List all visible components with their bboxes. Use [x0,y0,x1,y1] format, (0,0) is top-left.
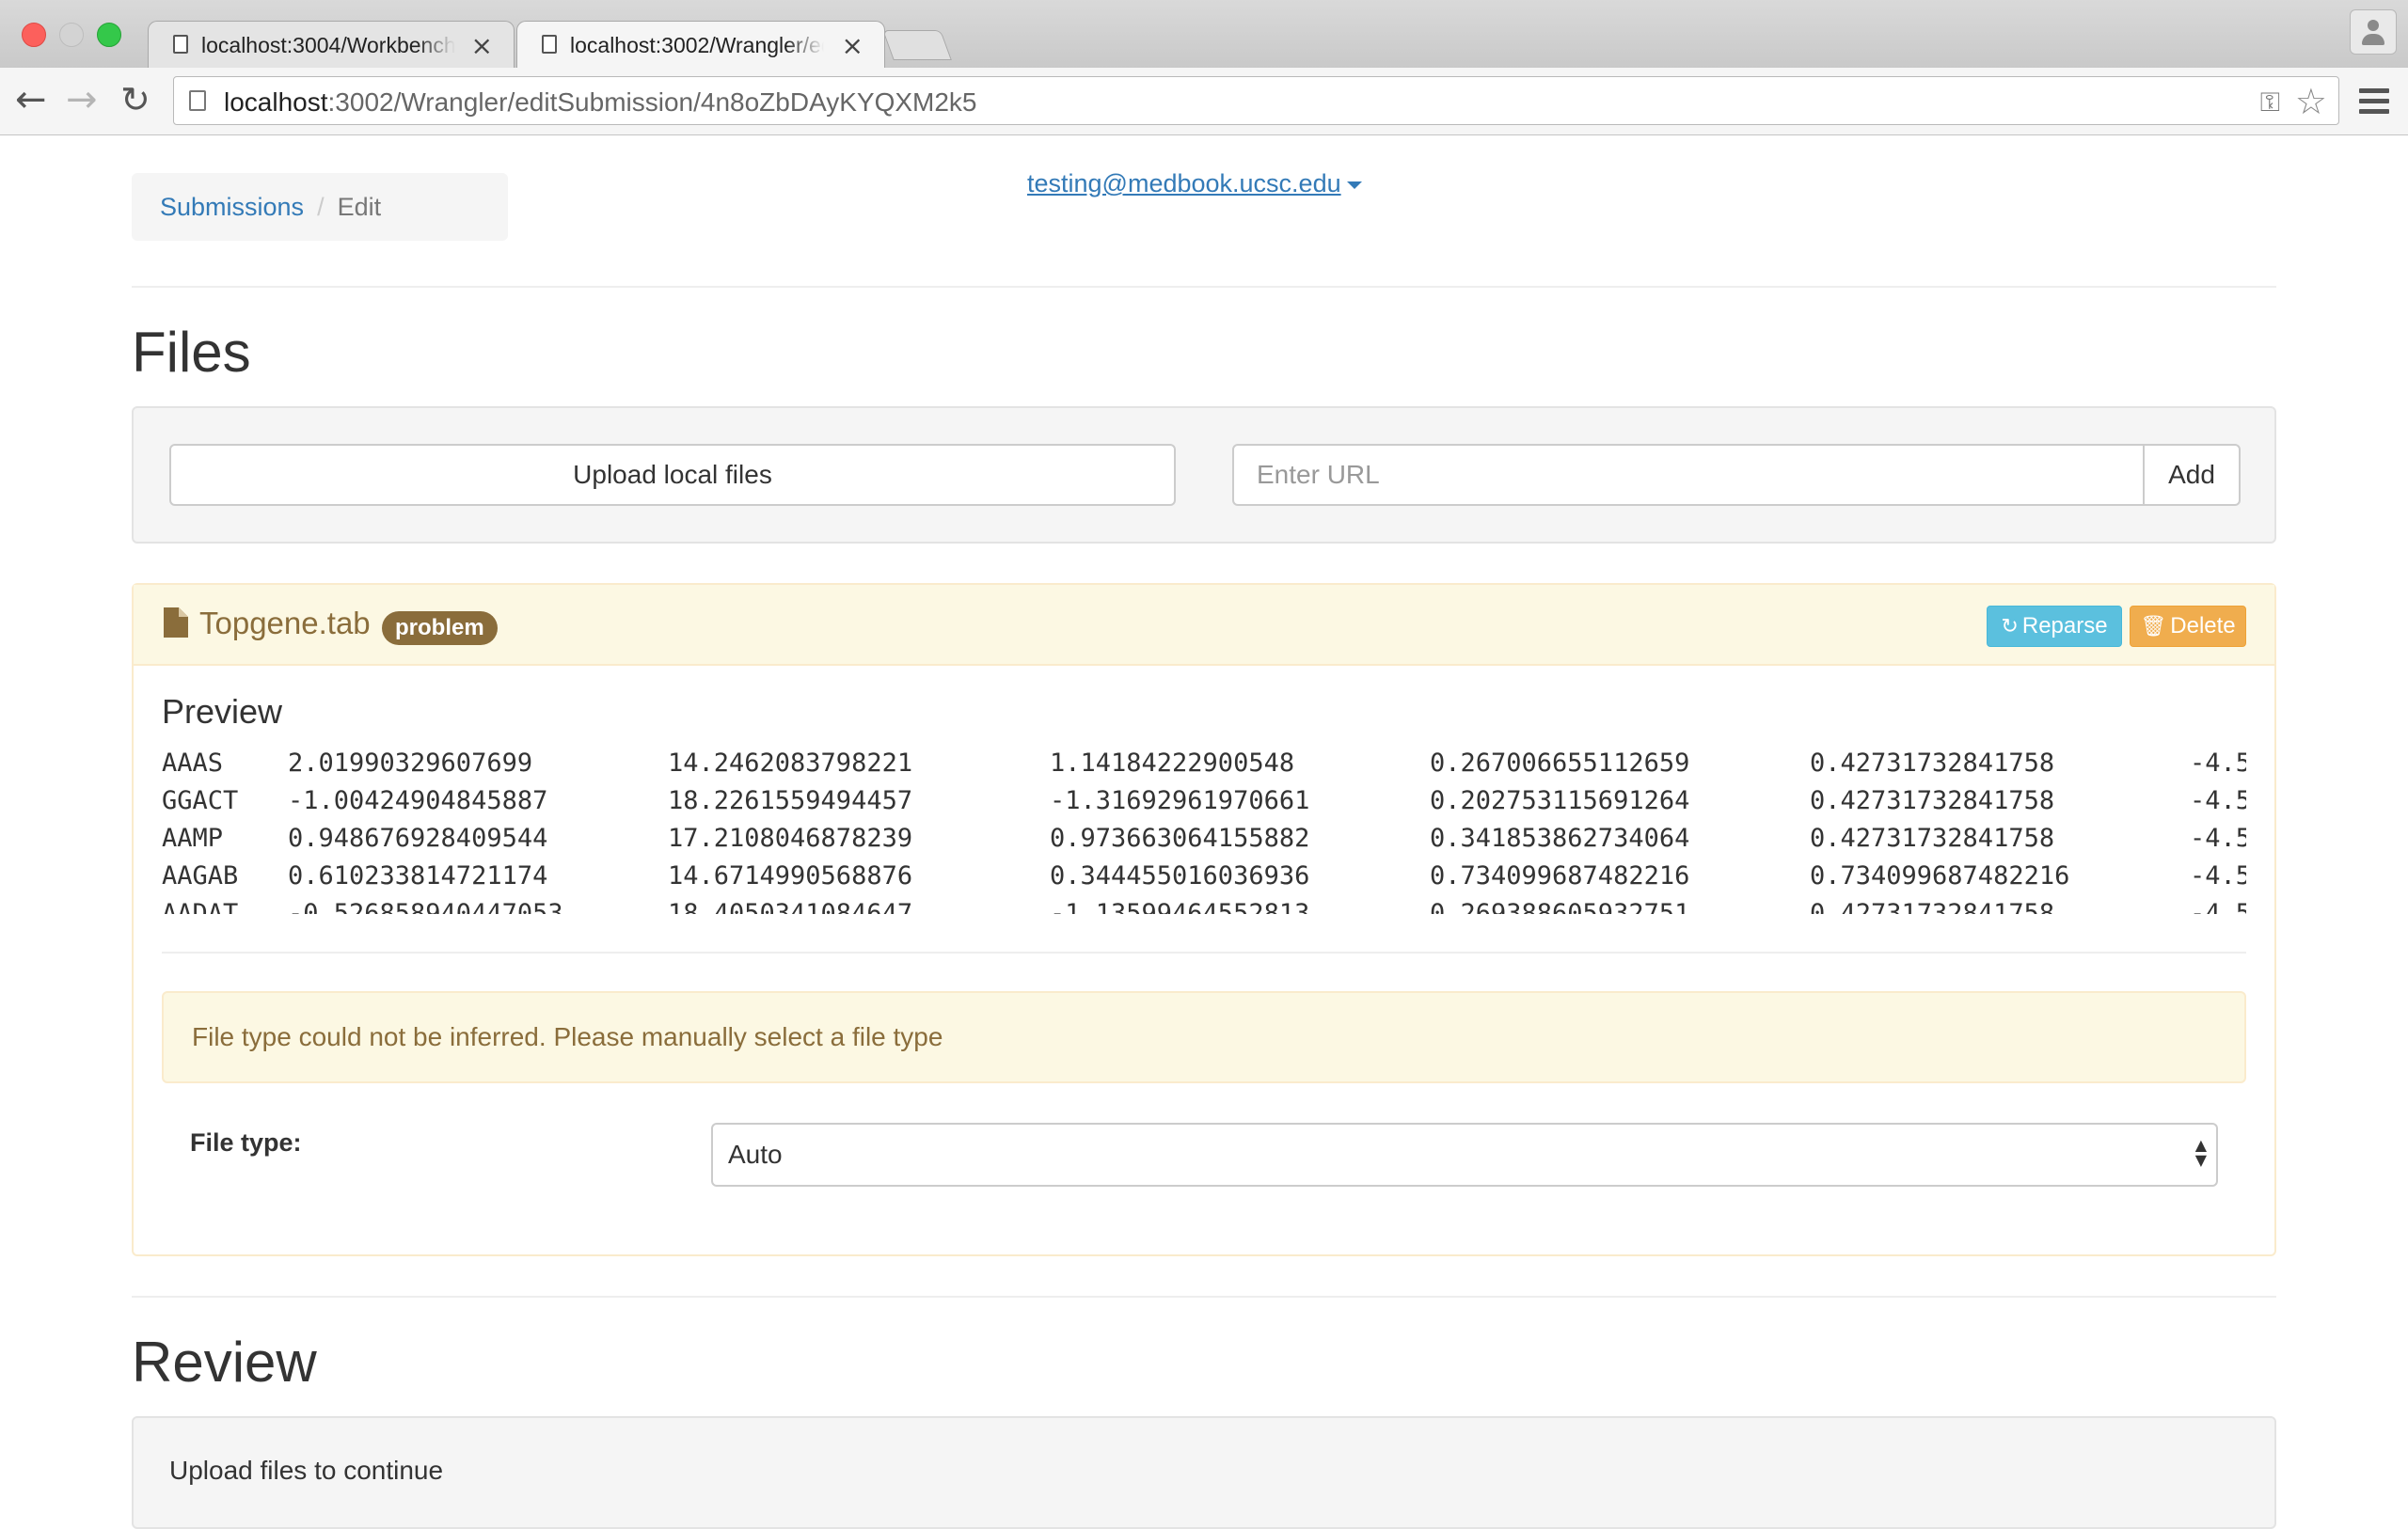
hamburger-menu-icon[interactable] [2359,88,2389,115]
preview-table: AAAS 2.01990329607699 14.2462083798221 1… [162,745,2246,914]
file-type-label: File type: [190,1128,302,1157]
preview-heading: Preview [162,692,283,731]
preview-row: AAAS 2.01990329607699 14.2462083798221 1… [162,749,2246,778]
divider [132,286,2276,288]
user-menu-dropdown[interactable]: testing@medbook.ucsc.edu [1027,169,1362,198]
page-icon [173,35,188,54]
review-well: Upload files to continue [132,1416,2276,1529]
refresh-icon: ↻ [2001,615,2019,638]
new-tab-button[interactable] [882,30,952,60]
address-bar[interactable]: localhost:3002/Wrangler/editSubmission/4… [173,76,2339,125]
close-tab-icon[interactable]: × [842,30,863,61]
file-panel: Topgene.tab problem ↻ Reparse 🗑 Delete Pre… [132,583,2276,1256]
file-name: Topgene.tab [199,606,371,640]
page-content: Submissions / Edit testing@medbook.ucsc.ed… [0,135,2408,1529]
caret-down-icon [1346,181,1362,189]
review-message: Upload files to continue [169,1456,444,1485]
tab-title: localhost:3002/Wrangler/editSubmission [570,33,824,57]
profile-button[interactable] [2350,9,2397,55]
maximize-window-button[interactable] [97,23,121,47]
breadcrumb-current: Edit [337,193,382,221]
upload-well: Upload local files Enter URL Add [132,406,2276,544]
delete-button[interactable]: 🗑 Delete [2130,606,2246,647]
files-heading: Files [132,321,251,384]
file-panel-heading: Topgene.tab problem ↻ Reparse 🗑 Delete [134,585,2274,666]
close-tab-icon[interactable]: × [471,30,493,61]
user-email: testing@medbook.ucsc.edu [1027,169,1341,197]
add-url-button[interactable]: Add [2143,444,2241,506]
minimize-window-button[interactable] [59,23,84,47]
reparse-button[interactable]: ↻ Reparse [1987,606,2122,647]
breadcrumb-separator: / [317,193,325,221]
page-icon [189,90,206,111]
tab-title: localhost:3004/Workbench [201,33,455,57]
file-icon [164,607,188,638]
breadcrumb-submissions-link[interactable]: Submissions [160,193,304,221]
url-input[interactable]: Enter URL [1232,444,2145,506]
status-badge: problem [382,611,498,645]
back-arrow-icon[interactable]: ← [15,79,47,120]
divider [162,952,2246,954]
file-type-select[interactable]: Auto ▲ ▼ [711,1123,2218,1187]
file-type-warning: File type could not be inferred. Please … [162,991,2246,1083]
browser-toolbar: ← → ↻ localhost:3002/Wrangler/editSubmis… [0,68,2408,135]
browser-titlebar: localhost:3004/Workbench × localhost:300… [0,0,2408,68]
divider [132,1296,2276,1298]
review-heading: Review [132,1331,317,1394]
page-icon [542,35,557,54]
browser-tab-workbench[interactable]: localhost:3004/Workbench × [148,21,515,68]
close-window-button[interactable] [22,23,46,47]
forward-arrow-icon[interactable]: → [66,79,98,120]
preview-row: AAMP 0.948676928409544 17.2108046878239 … [162,824,2246,853]
select-arrows-icon: ▲ ▼ [2194,1136,2207,1169]
file-type-value: Auto [728,1140,783,1169]
url-text[interactable]: localhost:3002/Wrangler/editSubmission/4… [224,87,977,118]
preview-row: AAGAB 0.610233814721174 14.6714990568876… [162,861,2246,891]
person-icon [2368,20,2379,31]
bookmark-star-icon[interactable]: ☆ [2295,81,2327,122]
breadcrumb: Submissions / Edit [132,173,508,241]
preview-row: AADAT -0.526858940447053 18.405034108464… [162,899,2246,914]
preview-row: GGACT -1.00424904845887 18.2261559494457… [162,786,2246,815]
key-icon[interactable]: ⚿ [2260,87,2280,118]
reload-icon[interactable]: ↻ [120,79,150,120]
browser-tab-wrangler[interactable]: localhost:3002/Wrangler/editSubmission × [516,21,885,68]
trash-icon: 🗑 [2140,615,2167,638]
upload-local-files-button[interactable]: Upload local files [169,444,1176,506]
